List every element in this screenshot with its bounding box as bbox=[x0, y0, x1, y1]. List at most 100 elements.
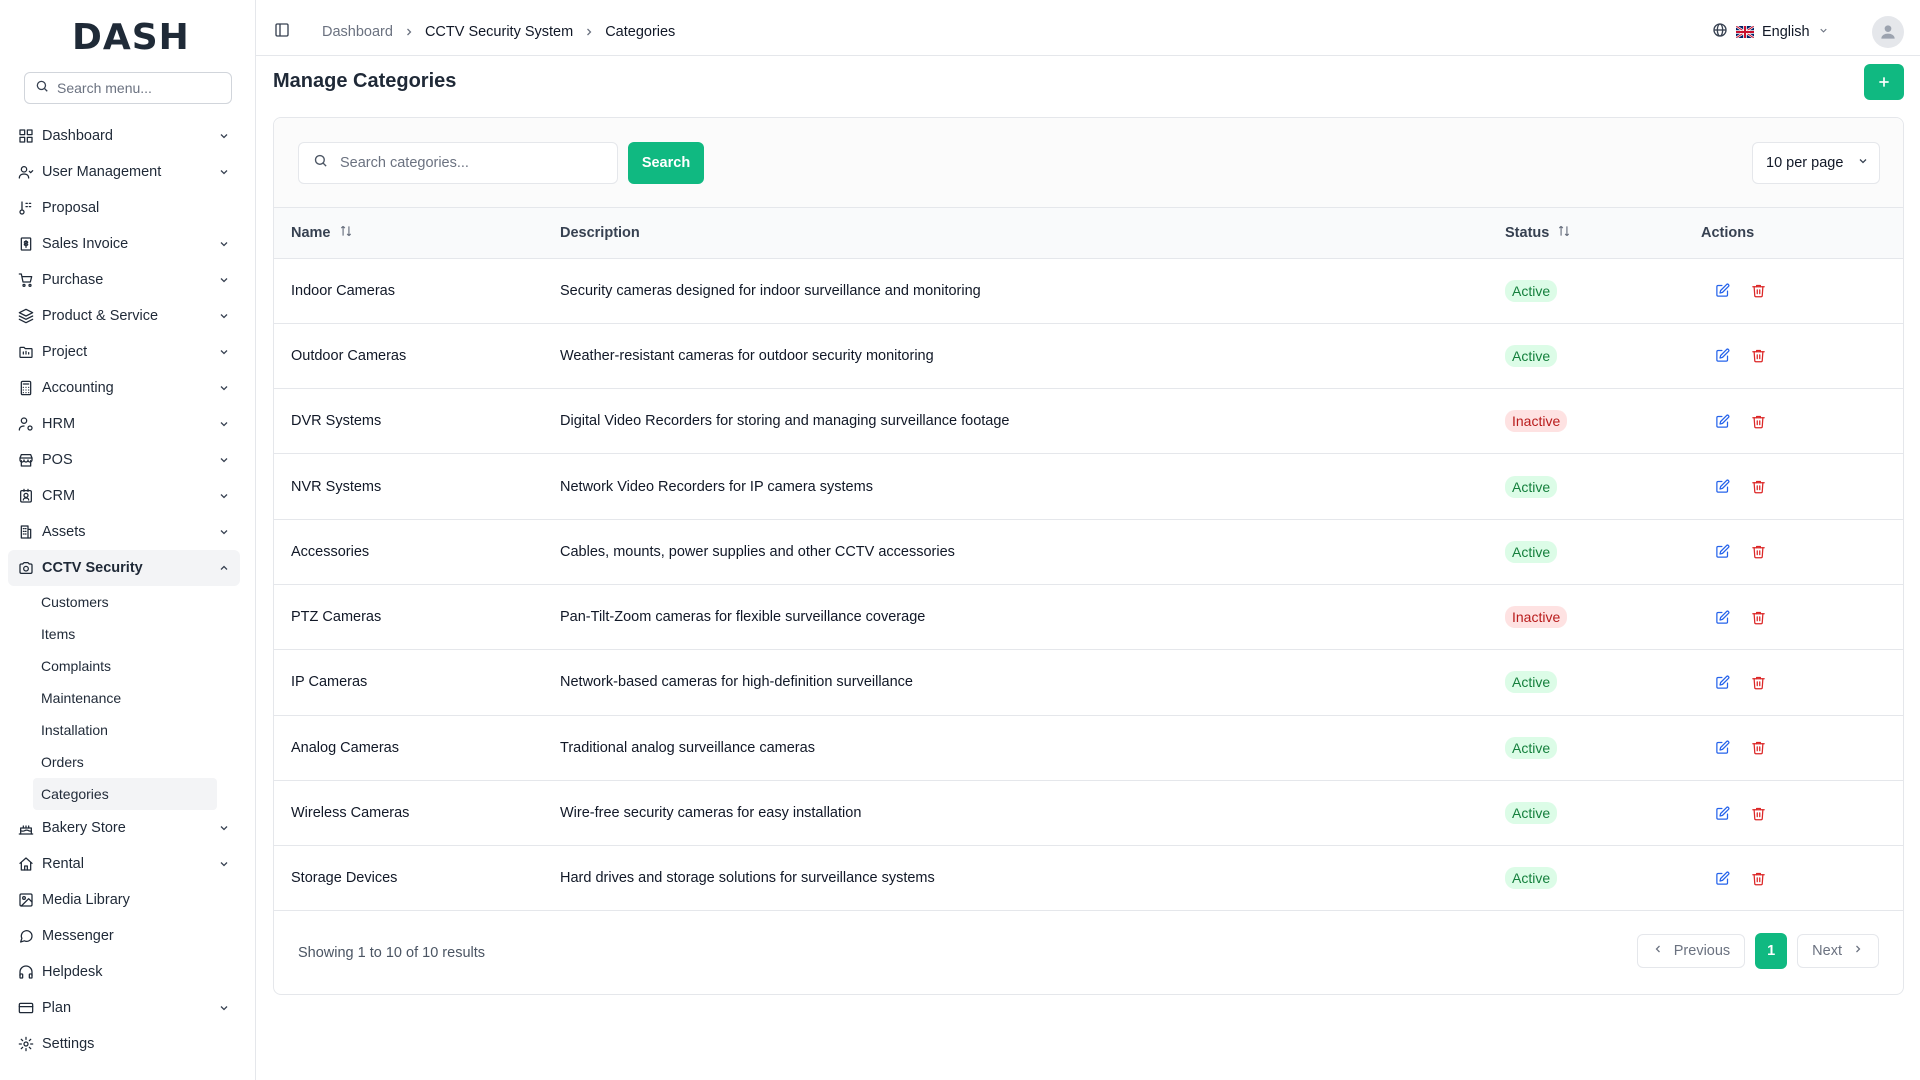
chevron-right-icon bbox=[1852, 943, 1864, 959]
page-number-button[interactable]: 1 bbox=[1755, 933, 1788, 969]
delete-icon[interactable] bbox=[1749, 347, 1767, 365]
sidebar-item-proposal[interactable]: Proposal bbox=[8, 190, 240, 226]
category-description: Network-based cameras for high-definitio… bbox=[560, 674, 913, 691]
breadcrumb-dashboard[interactable]: Dashboard bbox=[322, 24, 393, 40]
proposal-icon bbox=[18, 200, 34, 216]
filter-bar: Search 10 per page bbox=[274, 118, 1903, 208]
submenu-item-complaints[interactable]: Complaints bbox=[33, 650, 217, 682]
layers-icon bbox=[18, 308, 34, 324]
edit-icon[interactable] bbox=[1713, 869, 1731, 887]
submenu-item-customers[interactable]: Customers bbox=[33, 586, 217, 618]
sidebar-item-dashboard[interactable]: Dashboard bbox=[8, 118, 240, 154]
sidebar-item-purchase[interactable]: Purchase bbox=[8, 262, 240, 298]
sidebar-item-label: Settings bbox=[42, 1036, 95, 1052]
sidebar-item-rental[interactable]: Rental bbox=[8, 846, 240, 882]
calculator-icon bbox=[18, 380, 34, 396]
submenu-item-maintenance[interactable]: Maintenance bbox=[33, 682, 217, 714]
column-status-label: Status bbox=[1505, 224, 1550, 241]
sidebar: DASH Dashboard User Management Proposal Sal… bbox=[0, 0, 256, 1080]
status-badge: Active bbox=[1505, 540, 1558, 563]
sidebar-item-settings[interactable]: Settings bbox=[8, 1026, 240, 1062]
card-icon bbox=[18, 1000, 34, 1016]
sidebar-item-bakery-store[interactable]: Bakery Store bbox=[8, 810, 240, 846]
edit-icon[interactable] bbox=[1713, 412, 1731, 430]
delete-icon[interactable] bbox=[1749, 282, 1767, 300]
sidebar-item-label: CRM bbox=[42, 488, 76, 504]
sidebar-item-label: Assets bbox=[42, 524, 86, 540]
row-actions bbox=[1701, 869, 1903, 887]
sidebar-item-project[interactable]: Project bbox=[8, 334, 240, 370]
sidebar-item-assets[interactable]: Assets bbox=[8, 514, 240, 550]
category-search-input[interactable] bbox=[340, 155, 600, 171]
table-row: Analog Cameras Traditional analog surveil… bbox=[274, 715, 1903, 781]
sidebar-item-plan[interactable]: Plan bbox=[8, 990, 240, 1026]
sidebar-item-helpdesk[interactable]: Helpdesk bbox=[8, 954, 240, 990]
delete-icon[interactable] bbox=[1749, 869, 1767, 887]
edit-icon[interactable] bbox=[1713, 347, 1731, 365]
add-category-button[interactable] bbox=[1864, 64, 1904, 100]
breadcrumb-cctv[interactable]: CCTV Security System bbox=[425, 24, 573, 40]
edit-icon[interactable] bbox=[1713, 478, 1731, 496]
categories-card: Search 10 per page Name Description Stat… bbox=[273, 117, 1904, 995]
category-name: Analog Cameras bbox=[291, 739, 399, 756]
table-row: PTZ Cameras Pan-Tilt-Zoom cameras for fle… bbox=[274, 584, 1903, 650]
delete-icon[interactable] bbox=[1749, 673, 1767, 691]
delete-icon[interactable] bbox=[1749, 543, 1767, 561]
sidebar-item-media-library[interactable]: Media Library bbox=[8, 882, 240, 918]
category-description: Pan-Tilt-Zoom cameras for flexible surve… bbox=[560, 609, 926, 626]
sidebar-item-accounting[interactable]: Accounting bbox=[8, 370, 240, 406]
next-page-button[interactable]: Next bbox=[1797, 934, 1879, 968]
chevron-right-icon bbox=[403, 26, 415, 38]
delete-icon[interactable] bbox=[1749, 804, 1767, 822]
column-description: Description bbox=[560, 208, 1505, 259]
sidebar-item-pos[interactable]: POS bbox=[8, 442, 240, 478]
edit-icon[interactable] bbox=[1713, 804, 1731, 822]
sort-icon[interactable] bbox=[339, 224, 353, 242]
column-status[interactable]: Status bbox=[1505, 208, 1701, 259]
chevron-down-icon bbox=[218, 310, 230, 326]
sidebar-item-messenger[interactable]: Messenger bbox=[8, 918, 240, 954]
column-name[interactable]: Name bbox=[274, 208, 560, 259]
edit-icon[interactable] bbox=[1713, 282, 1731, 300]
user-avatar[interactable] bbox=[1872, 16, 1904, 48]
sidebar-item-crm[interactable]: CRM bbox=[8, 478, 240, 514]
edit-icon[interactable] bbox=[1713, 739, 1731, 757]
delete-icon[interactable] bbox=[1749, 478, 1767, 496]
app-logo[interactable]: DASH bbox=[72, 18, 190, 58]
table-row: Accessories Cables, mounts, power supplie… bbox=[274, 519, 1903, 585]
chevron-down-icon bbox=[218, 822, 230, 838]
sidebar-item-cctv-security[interactable]: CCTV Security bbox=[8, 550, 240, 586]
submenu-item-orders[interactable]: Orders bbox=[33, 746, 217, 778]
categories-table: Name Description Status Actions Indoor C… bbox=[274, 208, 1903, 911]
sidebar-item-product-service[interactable]: Product & Service bbox=[8, 298, 240, 334]
table-row: NVR Systems Network Video Recorders for I… bbox=[274, 454, 1903, 520]
per-page-select[interactable]: 10 per page bbox=[1752, 142, 1880, 184]
chevron-down-icon bbox=[218, 382, 230, 398]
category-description: Weather-resistant cameras for outdoor se… bbox=[560, 347, 934, 364]
chevron-down-icon bbox=[218, 418, 230, 434]
sort-icon[interactable] bbox=[1557, 224, 1571, 242]
language-selector[interactable]: English bbox=[1712, 22, 1829, 42]
search-icon bbox=[35, 79, 49, 98]
delete-icon[interactable] bbox=[1749, 412, 1767, 430]
submenu-item-items[interactable]: Items bbox=[33, 618, 217, 650]
edit-icon[interactable] bbox=[1713, 608, 1731, 626]
sidebar-item-sales-invoice[interactable]: Sales Invoice bbox=[8, 226, 240, 262]
contact-icon bbox=[18, 488, 34, 504]
search-button[interactable]: Search bbox=[628, 142, 704, 184]
category-name: Wireless Cameras bbox=[291, 805, 410, 822]
sidebar-item-user-management[interactable]: User Management bbox=[8, 154, 240, 190]
previous-page-button[interactable]: Previous bbox=[1636, 934, 1746, 968]
sidebar-search-input[interactable] bbox=[57, 80, 217, 96]
delete-icon[interactable] bbox=[1749, 608, 1767, 626]
sidebar-item-hrm[interactable]: HRM bbox=[8, 406, 240, 442]
sidebar-item-label: Sales Invoice bbox=[42, 236, 129, 252]
status-badge: Inactive bbox=[1505, 410, 1568, 433]
submenu-item-categories[interactable]: Categories bbox=[33, 778, 217, 810]
uk-flag-icon bbox=[1736, 26, 1754, 38]
sidebar-toggle-icon[interactable] bbox=[274, 22, 290, 43]
delete-icon[interactable] bbox=[1749, 739, 1767, 757]
submenu-item-installation[interactable]: Installation bbox=[33, 714, 217, 746]
edit-icon[interactable] bbox=[1713, 543, 1731, 561]
edit-icon[interactable] bbox=[1713, 673, 1731, 691]
